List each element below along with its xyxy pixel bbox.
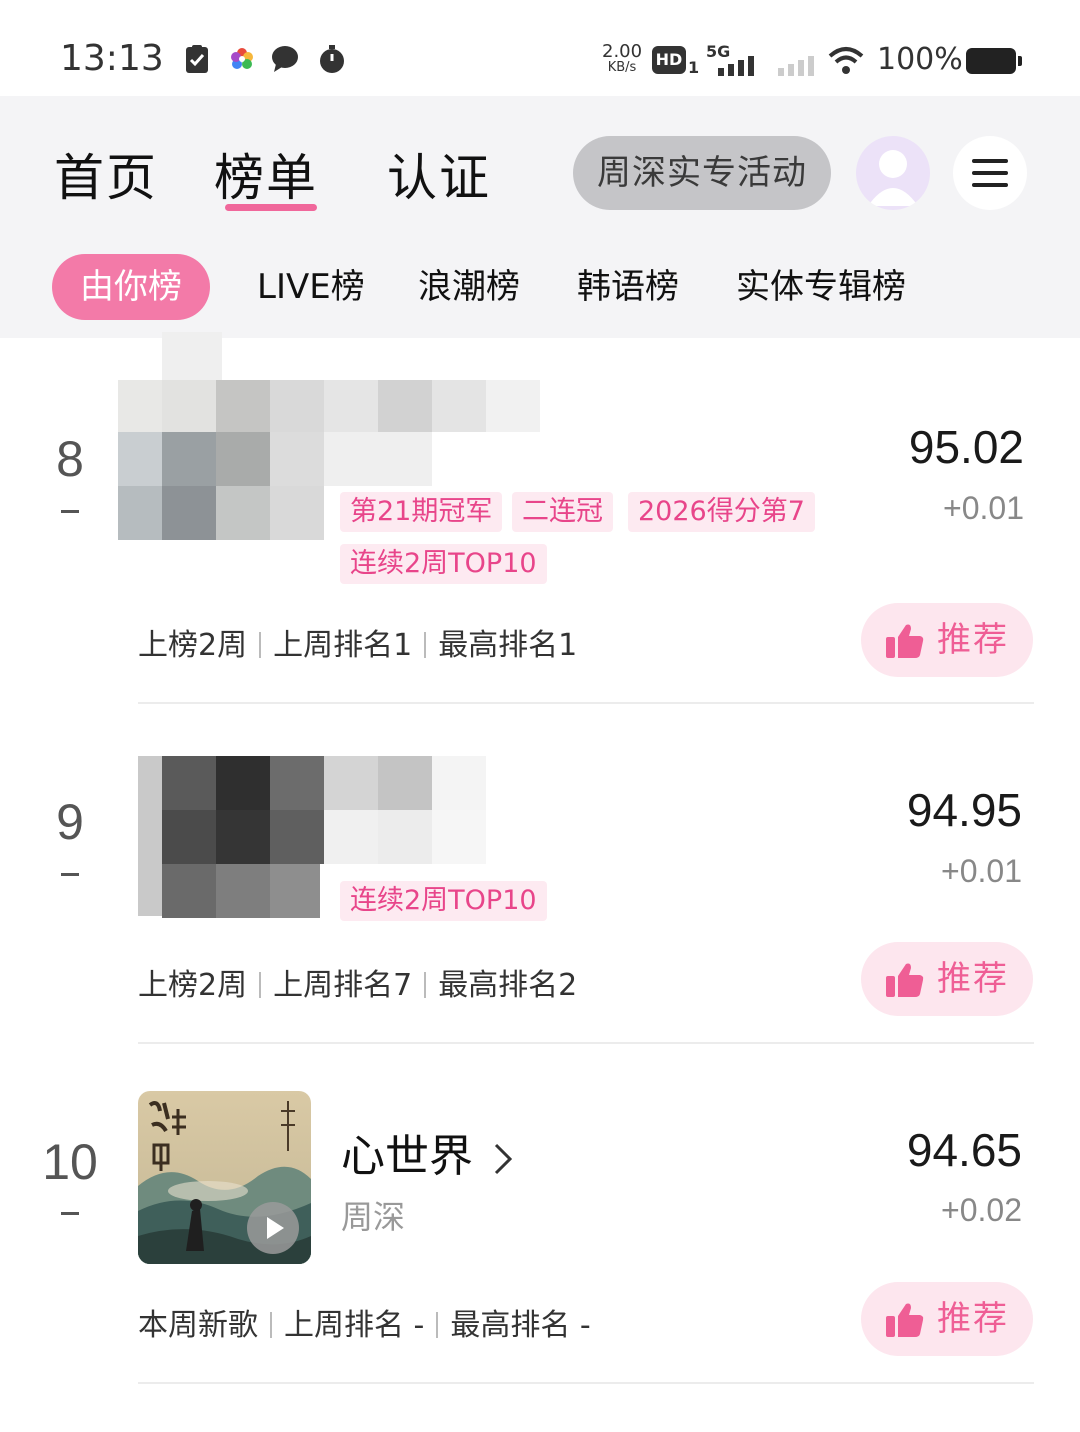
- artist-name[interactable]: 周深: [341, 1192, 405, 1238]
- score-value: 95.02: [908, 421, 1024, 473]
- song-title[interactable]: 心世界: [341, 1120, 513, 1184]
- chart-stats: 上榜2周 上周排名1 最高排名1: [138, 628, 578, 663]
- divider: [138, 702, 1034, 704]
- battery-percent: 100%: [877, 42, 963, 77]
- status-bar: 13:13 2.00 KB/s HD 1 5G 100%: [0, 0, 1080, 96]
- menu-button[interactable]: [953, 136, 1027, 210]
- recommend-button[interactable]: 推荐: [861, 603, 1033, 677]
- battery-icon: [966, 48, 1022, 74]
- score-value: 94.95: [906, 784, 1022, 836]
- score-delta: +0.02: [941, 1192, 1022, 1228]
- tab-charts[interactable]: 榜单: [214, 138, 318, 210]
- score-value: 94.65: [906, 1124, 1022, 1176]
- chip-wave-chart[interactable]: 浪潮榜: [418, 254, 520, 320]
- top-header: 首页 榜单 认证 周深实专活动 由你榜 LIVE榜 浪潮榜 韩语榜 实体专辑榜: [0, 96, 1080, 338]
- thumbs-up-icon: [886, 963, 924, 997]
- tag-label: 2026得分第7: [628, 492, 815, 532]
- status-time: 13:13: [60, 38, 164, 79]
- hd-sim-number: 1: [688, 58, 700, 77]
- thumbs-up-icon: [886, 624, 924, 658]
- rank-change-dash: [61, 1212, 79, 1215]
- chip-live-chart[interactable]: LIVE榜: [257, 254, 365, 320]
- colorful-app-icon: [231, 48, 253, 69]
- recommend-button[interactable]: 推荐: [861, 1282, 1033, 1356]
- avatar[interactable]: [856, 136, 930, 210]
- hd-badge: HD: [652, 46, 686, 74]
- rank-number: 10: [42, 1134, 98, 1190]
- recommend-button[interactable]: 推荐: [861, 942, 1033, 1016]
- thumbs-up-icon: [886, 1303, 924, 1337]
- network-speed: 2.00 KB/s: [602, 41, 643, 76]
- tab-verify[interactable]: 认证: [387, 138, 491, 210]
- user-avatar-icon: [868, 150, 918, 206]
- score-delta: +0.01: [943, 490, 1024, 526]
- divider: [138, 1382, 1034, 1384]
- signal-bars-icon: [718, 56, 754, 76]
- rank-change-dash: [61, 510, 79, 513]
- tag-label: 二连冠: [512, 492, 613, 532]
- tag-label: 第21期冠军: [340, 492, 503, 532]
- chart-stats: 上榜2周 上周排名7 最高排名2: [138, 968, 578, 1003]
- timer-icon: [320, 45, 344, 73]
- clipboard-check-icon: [186, 45, 208, 73]
- hamburger-icon: [972, 159, 1008, 163]
- play-icon[interactable]: [246, 1201, 300, 1255]
- promo-button[interactable]: 周深实专活动: [573, 136, 831, 210]
- rank-change-dash: [61, 873, 79, 876]
- tab-home[interactable]: 首页: [54, 138, 158, 210]
- tag-label: 连续2周TOP10: [340, 544, 547, 584]
- active-tab-indicator: [225, 204, 317, 211]
- chevron-right-icon: [494, 1143, 513, 1175]
- divider: [138, 1042, 1034, 1044]
- chart-stats: 本周新歌 上周排名 - 最高排名 -: [138, 1308, 591, 1343]
- rank-number: 8: [56, 431, 84, 487]
- score-delta: +0.01: [941, 853, 1022, 889]
- chat-bubble-icon: [272, 46, 298, 72]
- chip-korean-chart[interactable]: 韩语榜: [577, 254, 679, 320]
- album-cover[interactable]: [138, 1091, 311, 1264]
- rank-number: 9: [56, 794, 84, 850]
- tag-label: 连续2周TOP10: [340, 881, 547, 921]
- wifi-icon: [828, 47, 864, 74]
- chip-youni-chart[interactable]: 由你榜: [52, 254, 210, 320]
- signal-bars-secondary-icon: [778, 56, 814, 76]
- chip-physical-album-chart[interactable]: 实体专辑榜: [736, 254, 906, 320]
